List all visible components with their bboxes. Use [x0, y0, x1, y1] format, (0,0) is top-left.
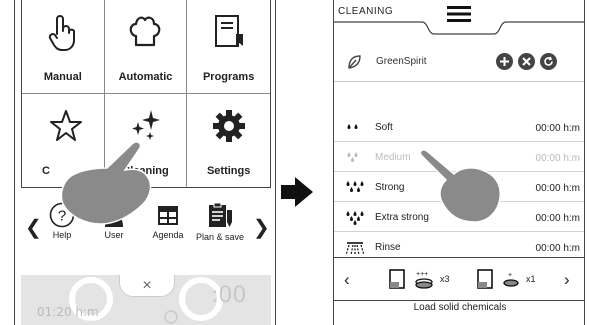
greenspirit-row[interactable]: GreenSpirit: [334, 44, 584, 82]
program-time: 00:00 h:m: [535, 183, 580, 194]
program-time: 00:00 h:m: [535, 123, 580, 134]
chemicals-bar: ‹ +++ x3 + x1 ›: [334, 257, 584, 301]
close-button[interactable]: ×: [119, 275, 175, 297]
chemical-drawer-icon: [389, 269, 405, 289]
cleaning-screen: CLEANING GreenSpirit Soft 00:00 h:m Medi…: [333, 0, 585, 325]
tile-settings[interactable]: Settings: [187, 94, 270, 188]
chemical-drawer-icon: [477, 269, 493, 289]
program-time: 00:00 h:m: [535, 153, 580, 164]
program-name: Medium: [375, 152, 411, 163]
program-name: Strong: [375, 182, 405, 193]
main-menu-screen: Manual Automatic Programs C Cleaning Set…: [14, 0, 276, 325]
program-time: 00:00 h:m: [535, 243, 580, 254]
refresh-icon: [544, 56, 553, 66]
chef-hat-icon: [130, 16, 161, 47]
gs-refresh-button[interactable]: [540, 53, 557, 70]
transition-arrow-icon: [281, 177, 313, 207]
chem-prev-arrow[interactable]: ‹: [344, 270, 350, 290]
chem-caption: Load solid chemicals: [413, 302, 507, 313]
chem-item-tablets: +++ x3: [388, 268, 450, 290]
tile-label: Settings: [206, 165, 251, 177]
program-name: Soft: [375, 122, 393, 133]
cleaning-header: CLEANING: [334, 0, 584, 38]
screen-title: CLEANING: [338, 6, 394, 17]
ghost-clock: :00: [211, 283, 247, 308]
tile-automatic[interactable]: Automatic: [104, 0, 188, 94]
program-row-soft[interactable]: Soft 00:00 h:m: [334, 112, 584, 142]
tile-manual[interactable]: Manual: [22, 0, 105, 94]
tile-label: Programs: [202, 70, 255, 83]
drops-5-icon: [346, 181, 364, 192]
bottom-status-bar: × :00 01:20 h:m: [21, 275, 271, 325]
pointing-hand-left: [60, 141, 152, 225]
gear-icon: [212, 109, 245, 142]
nav-label: Plan & save: [195, 232, 245, 242]
close-icon: [522, 57, 531, 66]
menu-icon[interactable]: [447, 6, 471, 22]
chem-next-arrow[interactable]: ›: [564, 270, 570, 290]
drops-6-icon: [346, 211, 364, 225]
gs-cancel-button[interactable]: [518, 53, 535, 70]
leaf-icon: [348, 55, 361, 69]
pointing-hand-right: [419, 149, 502, 223]
chem-qty: x3: [440, 274, 450, 284]
gs-add-button[interactable]: [496, 53, 513, 70]
program-time: 00:00 h:m: [535, 213, 580, 224]
book-bookmark-icon: [214, 15, 243, 47]
program-name: Rinse: [375, 242, 401, 253]
svg-text:+: +: [508, 272, 512, 279]
chem-qty: x1: [526, 274, 536, 284]
tile-label: Manual: [43, 70, 82, 83]
tablet-stack-icon: +++: [415, 271, 433, 289]
drops-2-icon: [347, 124, 358, 129]
tile-programs[interactable]: Programs: [187, 0, 270, 94]
tile-label: Automatic: [118, 70, 173, 83]
clipboard-icon: [209, 202, 232, 227]
greenspirit-label: GreenSpirit: [376, 56, 427, 67]
plus-icon: [500, 57, 509, 66]
nav-item-plan-save[interactable]: Plan & save: [195, 202, 245, 242]
ghost-timer-text: 01:20 h:m: [37, 305, 99, 319]
tablet-icon: +: [503, 272, 519, 287]
svg-text:+++: +++: [416, 271, 428, 278]
rinse-spray-icon: [345, 242, 365, 256]
chem-item-rinse-tablet: + x1: [476, 268, 536, 290]
nav-next-arrow[interactable]: ❯: [253, 218, 270, 238]
drops-3-icon: [347, 152, 358, 162]
hand-pointer-icon: [48, 15, 75, 51]
